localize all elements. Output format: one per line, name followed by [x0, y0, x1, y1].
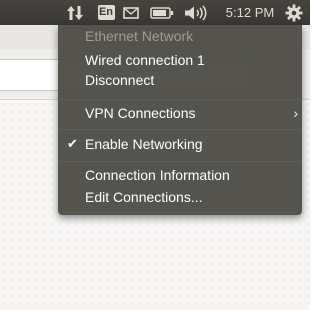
- system-menu-indicator[interactable]: [282, 0, 306, 25]
- battery-icon: [150, 6, 174, 19]
- menu-header-label: Ethernet Network: [85, 28, 194, 44]
- clock[interactable]: 5:12 PM: [222, 0, 278, 25]
- menu-item-enable-networking[interactable]: ✔ Enable Networking: [58, 134, 302, 154]
- volume-indicator[interactable]: [182, 0, 208, 25]
- menu-item-label: VPN Connections: [85, 105, 196, 121]
- menu-item-label: Enable Networking: [85, 136, 203, 152]
- menu-item-disconnect[interactable]: Disconnect: [58, 70, 302, 90]
- menu-item-label: Disconnect: [85, 72, 155, 88]
- mail-indicator[interactable]: [122, 0, 140, 25]
- mail-icon: [123, 6, 139, 19]
- menu-separator: [58, 99, 302, 100]
- menu-item-connection-information[interactable]: Connection Information: [58, 165, 302, 185]
- menu-item-label: Connection Information: [85, 167, 230, 183]
- menu-item-edit-connections[interactable]: Edit Connections...: [58, 187, 302, 207]
- menu-separator: [58, 161, 302, 162]
- network-transfer-icon: [67, 5, 83, 20]
- top-panel: En 5:12 PM: [0, 0, 310, 25]
- keyboard-layout-label: En: [97, 5, 115, 20]
- menu-item-label: Wired connection 1: [85, 52, 205, 68]
- network-indicator[interactable]: [64, 0, 86, 25]
- keyboard-layout-indicator[interactable]: En: [96, 0, 116, 25]
- network-menu: Ethernet Network Wired connection 1 Disc…: [58, 25, 302, 215]
- menu-item-vpn-connections[interactable]: VPN Connections ›: [58, 103, 302, 123]
- menu-item-wired-connection[interactable]: Wired connection 1: [58, 50, 302, 70]
- checkmark-icon: ✔: [67, 136, 78, 151]
- menu-header-ethernet: Ethernet Network: [58, 26, 302, 46]
- menu-separator: [58, 129, 302, 130]
- battery-indicator[interactable]: [149, 0, 175, 25]
- volume-icon: [185, 5, 207, 20]
- chevron-right-icon: ›: [293, 105, 298, 121]
- menu-item-label: Edit Connections...: [85, 189, 203, 205]
- system-gear-icon: [285, 4, 303, 21]
